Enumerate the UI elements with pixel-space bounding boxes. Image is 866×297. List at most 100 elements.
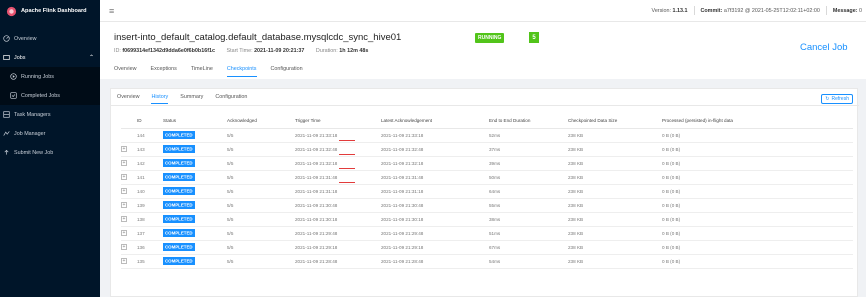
job-manager-icon xyxy=(3,131,10,136)
cell-latest: 2021-11-09 21:31:48 xyxy=(381,170,489,185)
expand-row-icon[interactable]: + xyxy=(121,174,127,180)
cell-duration: 51ms xyxy=(489,226,568,241)
duration: 1h 12m 48s xyxy=(339,48,369,54)
sidebar-item-jobs[interactable]: Jobs ⌃ xyxy=(0,48,100,67)
tab-configuration[interactable]: Configuration xyxy=(271,66,303,77)
sidebar-item-submit-new-job[interactable]: Submit New Job xyxy=(0,143,100,162)
status-tag: COMPLETED xyxy=(163,131,195,139)
job-meta: ID: f0699314ef1342d9dda6e0f6b0b16f1c Sta… xyxy=(114,48,368,54)
cell-latest: 2021-11-09 21:28:48 xyxy=(381,254,489,269)
tab-overview[interactable]: Overview xyxy=(114,66,136,77)
chevron-up-icon: ⌃ xyxy=(88,55,94,61)
checkpoint-history-table: ID Status Acknowledged Trigger Time Late… xyxy=(121,114,853,269)
job-header: insert-into_default_catalog.default_data… xyxy=(100,22,866,79)
cell-latest: 2021-11-09 21:32:48 xyxy=(381,142,489,157)
divider xyxy=(693,6,695,15)
cell-ack: 5/5 xyxy=(227,198,295,213)
subtab-configuration[interactable]: Configuration xyxy=(215,94,247,104)
expand-row-icon[interactable]: + xyxy=(121,188,127,194)
annotation-underline xyxy=(339,168,355,169)
menu-toggle-icon[interactable]: ≡ xyxy=(109,6,114,16)
brand-title: Apache Flink Dashboard xyxy=(21,8,87,14)
cell-id: 138 xyxy=(137,212,163,227)
play-circle-icon xyxy=(10,73,17,80)
task-count-badge: 5 xyxy=(529,32,539,43)
expand-cell: + xyxy=(121,226,137,241)
subtab-history[interactable]: History xyxy=(151,94,169,104)
cell-size: 238 KB xyxy=(568,240,662,255)
cell-duration: 39ms xyxy=(489,156,568,171)
cell-duration: 52ms xyxy=(489,128,568,143)
cell-size: 238 KB xyxy=(568,212,662,227)
refresh-button[interactable]: ↻ Refresh xyxy=(821,94,853,104)
column-header-status: Status xyxy=(163,114,227,129)
cell-ack: 5/5 xyxy=(227,142,295,157)
table-row[interactable]: +138 COMPLETED 5/5 2021-11-09 21:30:18 2021-… xyxy=(121,212,853,227)
annotation-underline xyxy=(339,154,355,155)
cell-status: COMPLETED xyxy=(163,226,227,241)
expand-row-icon[interactable]: + xyxy=(121,244,127,250)
sidebar-item-label: Job Manager xyxy=(14,130,46,137)
table-row[interactable]: +140 COMPLETED 5/5 2021-11-09 21:31:18 2021-… xyxy=(121,184,853,199)
tab-checkpoints[interactable]: Checkpoints xyxy=(226,66,257,77)
cell-duration: 37ms xyxy=(489,142,568,157)
expand-row-icon[interactable]: + xyxy=(121,160,127,166)
start-time-label: Start Time: xyxy=(226,48,253,54)
cell-status: COMPLETED xyxy=(163,184,227,199)
table-row[interactable]: +143 COMPLETED 5/5 2021-11-09 21:32:48 2021-… xyxy=(121,142,853,157)
cell-ack: 5/5 xyxy=(227,212,295,227)
subtab-overview[interactable]: Overview xyxy=(117,94,139,104)
cell-inflight: 0 B (0 B) xyxy=(662,170,853,185)
tab-timeline[interactable]: TimeLine xyxy=(191,66,213,77)
table-row[interactable]: +137 COMPLETED 5/5 2021-11-09 21:29:48 2021-… xyxy=(121,226,853,241)
table-row[interactable]: +135 COMPLETED 5/5 2021-11-09 21:28:48 2021-… xyxy=(121,254,853,269)
cell-status: COMPLETED xyxy=(163,254,227,269)
cell-ack: 5/5 xyxy=(227,184,295,199)
cell-trigger: 2021-11-09 21:32:18 xyxy=(295,156,381,171)
expand-row-icon[interactable]: + xyxy=(121,258,127,264)
top-header: ≡ Version: 1.13.1 Commit: a7f3192 @ 2021… xyxy=(100,0,866,22)
sidebar-item-job-manager[interactable]: Job Manager xyxy=(0,124,100,143)
cell-inflight: 0 B (0 B) xyxy=(662,240,853,255)
table-row[interactable]: 144 COMPLETED 5/5 2021-11-09 21:33:18 2021-1… xyxy=(121,128,853,143)
sidebar-item-running-jobs[interactable]: Running Jobs xyxy=(0,67,100,86)
expand-cell: + xyxy=(121,254,137,269)
sidebar-item-overview[interactable]: Overview xyxy=(0,29,100,48)
cell-status: COMPLETED xyxy=(163,170,227,185)
task-manager-icon xyxy=(3,111,10,118)
table-row[interactable]: +142 COMPLETED 5/5 2021-11-09 21:32:18 2021-… xyxy=(121,156,853,171)
tab-exceptions[interactable]: Exceptions xyxy=(150,66,176,77)
job-id-label: ID: xyxy=(114,48,121,54)
duration-label: Duration: xyxy=(315,48,338,54)
cell-trigger: 2021-11-09 21:29:48 xyxy=(295,226,381,241)
cell-duration: 38ms xyxy=(489,212,568,227)
table-row[interactable]: +141 COMPLETED 5/5 2021-11-09 21:31:48 2021-… xyxy=(121,170,853,185)
table-row[interactable]: +139 COMPLETED 5/5 2021-11-09 21:30:48 2021-… xyxy=(121,198,853,213)
cancel-job-button[interactable]: Cancel Job xyxy=(800,42,848,53)
cell-inflight: 0 B (0 B) xyxy=(662,254,853,269)
cell-inflight: 0 B (0 B) xyxy=(662,212,853,227)
check-circle-icon xyxy=(10,92,17,99)
sidebar-item-completed-jobs[interactable]: Completed Jobs xyxy=(0,86,100,105)
expand-row-icon[interactable]: + xyxy=(121,216,127,222)
cell-ack: 5/5 xyxy=(227,240,295,255)
expand-row-icon[interactable]: + xyxy=(121,146,127,152)
cell-ack: 5/5 xyxy=(227,226,295,241)
cell-trigger: 2021-11-09 21:33:18 xyxy=(295,128,381,143)
sidebar-item-label: Completed Jobs xyxy=(21,92,60,99)
cell-trigger: 2021-11-09 21:31:48 xyxy=(295,170,381,185)
cell-id: 143 xyxy=(137,142,163,157)
column-header-latest-ack: Latest Acknowledgement xyxy=(381,114,489,129)
table-row[interactable]: +136 COMPLETED 5/5 2021-11-09 21:29:18 2021-… xyxy=(121,240,853,255)
subtab-summary[interactable]: Summary xyxy=(180,94,203,104)
message-link[interactable]: Message: 0 xyxy=(833,8,862,14)
column-header-trigger-time: Trigger Time xyxy=(295,114,381,129)
cell-ack: 5/5 xyxy=(227,254,295,269)
sidebar-item-task-managers[interactable]: Task Managers xyxy=(0,105,100,124)
expand-row-icon[interactable]: + xyxy=(121,202,127,208)
brand[interactable]: Apache Flink Dashboard xyxy=(0,0,100,22)
job-tabs: Overview Exceptions TimeLine Checkpoints… xyxy=(114,66,303,77)
expand-row-icon[interactable]: + xyxy=(121,230,127,236)
cell-latest: 2021-11-09 21:32:18 xyxy=(381,156,489,171)
cell-size: 238 KB xyxy=(568,184,662,199)
